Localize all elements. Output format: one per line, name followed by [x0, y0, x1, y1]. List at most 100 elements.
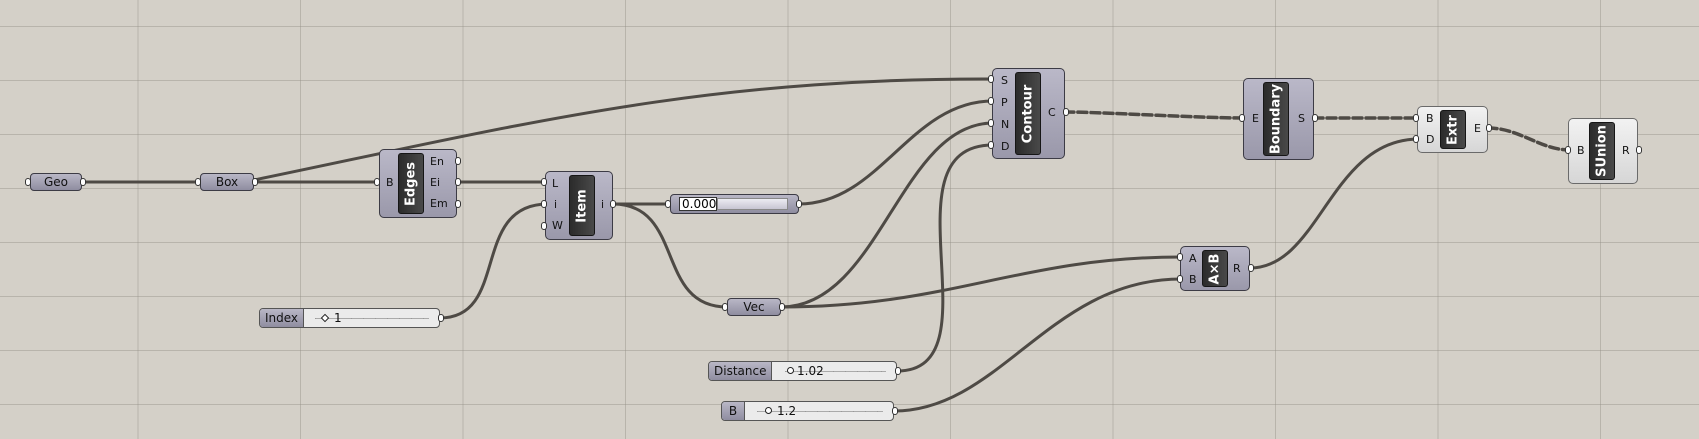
boundary-title: Boundary	[1268, 83, 1284, 155]
distance-out-grip[interactable]	[895, 367, 901, 375]
axb-core: A×B	[1202, 250, 1228, 287]
box-param-label: Box	[215, 175, 239, 189]
edges-input-b: B	[386, 176, 394, 189]
panel-in-grip[interactable]	[665, 200, 671, 208]
contour-input-n: N	[1001, 118, 1010, 131]
edges-component[interactable]: B Edges En Ei Em	[379, 149, 457, 218]
contour-n-grip[interactable]	[988, 119, 994, 127]
edges-em-grip[interactable]	[455, 200, 461, 208]
box-input-grip[interactable]	[195, 178, 201, 186]
panel-value: 0.000	[679, 197, 717, 211]
contour-input-p: P	[1001, 96, 1008, 109]
wire-contour-boundary	[1063, 110, 1245, 120]
contour-c-grip[interactable]	[1063, 108, 1069, 116]
contour-p-grip[interactable]	[988, 97, 994, 105]
edges-ei-grip[interactable]	[455, 178, 461, 186]
item-title: Item	[574, 188, 590, 223]
sunion-r-grip[interactable]	[1636, 146, 1642, 154]
index-slider-label: Index	[260, 309, 305, 327]
axb-component[interactable]: A B A×B R	[1180, 246, 1250, 291]
wire-vec-contour-n	[779, 121, 995, 309]
b-slider-knob[interactable]	[765, 407, 772, 414]
vec-output-grip[interactable]	[779, 303, 785, 311]
sunion-title: SUnion	[1594, 125, 1610, 177]
index-slider-value: 1	[334, 311, 342, 325]
geo-param-label: Geo	[43, 175, 69, 189]
boundary-input-e: E	[1252, 112, 1259, 125]
item-l-grip[interactable]	[541, 178, 547, 186]
b-slider-value: 1.2	[777, 404, 797, 418]
distance-slider-label: Distance	[709, 362, 773, 380]
item-i-grip[interactable]	[541, 200, 547, 208]
vec-param[interactable]: Vec	[727, 298, 781, 316]
vec-param-label: Vec	[743, 300, 765, 314]
edges-output-em: Em	[430, 197, 448, 210]
edges-en-grip[interactable]	[455, 157, 461, 165]
extr-e-grip[interactable]	[1486, 124, 1492, 132]
boundary-e-grip[interactable]	[1239, 114, 1245, 122]
edges-b-grip[interactable]	[374, 178, 380, 186]
index-slider[interactable]: Index 1	[259, 308, 440, 328]
wire-item-vec	[611, 202, 729, 309]
axb-a-grip[interactable]	[1177, 253, 1183, 261]
axb-input-b: B	[1189, 273, 1197, 286]
extr-d-grip[interactable]	[1413, 135, 1419, 143]
index-slider-rail	[315, 318, 429, 319]
b-out-grip[interactable]	[892, 407, 898, 415]
axb-b-grip[interactable]	[1177, 275, 1183, 283]
extr-component[interactable]: B D Extr E	[1417, 106, 1488, 153]
item-component[interactable]: L i W Item i	[545, 171, 613, 240]
vec-input-grip[interactable]	[722, 303, 728, 311]
boundary-s-grip[interactable]	[1312, 114, 1318, 122]
boundary-component[interactable]: E Boundary S	[1243, 78, 1314, 160]
edges-core: Edges	[398, 153, 424, 214]
edges-output-ei: Ei	[430, 176, 441, 189]
sunion-core: SUnion	[1589, 122, 1615, 180]
contour-s-grip[interactable]	[988, 75, 994, 83]
geo-input-grip[interactable]	[25, 178, 31, 186]
wire-extr-sunion	[1486, 126, 1572, 152]
contour-d-grip[interactable]	[988, 141, 994, 149]
panel-bar	[717, 198, 788, 210]
extr-b-grip[interactable]	[1413, 114, 1419, 122]
distance-slider[interactable]: Distance 1.02	[708, 361, 897, 381]
distance-slider-knob[interactable]	[787, 367, 794, 374]
panel-out-grip[interactable]	[796, 200, 802, 208]
sunion-output-r: R	[1622, 144, 1630, 157]
sunion-b-grip[interactable]	[1565, 146, 1571, 154]
box-output-grip[interactable]	[252, 178, 258, 186]
index-slider-knob[interactable]	[320, 313, 330, 323]
item-input-l: L	[552, 177, 559, 190]
extr-output-e: E	[1474, 122, 1481, 135]
number-panel[interactable]: 0.000	[670, 194, 799, 214]
item-output-i: i	[601, 198, 605, 211]
contour-component[interactable]: S P N D Contour C	[992, 68, 1065, 159]
contour-input-s: S	[1001, 74, 1008, 87]
contour-input-d: D	[1001, 140, 1010, 153]
contour-title: Contour	[1020, 84, 1036, 143]
item-w-grip[interactable]	[541, 222, 547, 230]
item-core: Item	[569, 175, 595, 236]
extr-input-b: B	[1426, 112, 1434, 125]
distance-slider-value: 1.02	[797, 364, 824, 378]
axb-r-grip[interactable]	[1248, 264, 1254, 272]
edges-output-en: En	[430, 155, 444, 168]
contour-output-c: C	[1048, 106, 1056, 119]
index-out-grip[interactable]	[438, 314, 444, 322]
axb-output-r: R	[1233, 262, 1241, 275]
contour-core: Contour	[1015, 72, 1041, 155]
geo-param[interactable]: Geo	[30, 173, 82, 191]
boundary-output-s: S	[1298, 112, 1305, 125]
wire-index-item	[438, 202, 550, 320]
edges-title: Edges	[403, 161, 419, 206]
item-input-i: i	[554, 198, 558, 211]
box-param[interactable]: Box	[200, 173, 254, 191]
extr-title: Extr	[1445, 114, 1461, 145]
b-slider[interactable]: B 1.2	[721, 401, 894, 421]
b-slider-rail	[757, 411, 883, 412]
extr-input-d: D	[1426, 133, 1435, 146]
item-input-w: W	[552, 219, 563, 232]
item-out-grip[interactable]	[610, 200, 616, 208]
sunion-component[interactable]: B SUnion R	[1568, 118, 1638, 184]
geo-output-grip[interactable]	[80, 178, 86, 186]
